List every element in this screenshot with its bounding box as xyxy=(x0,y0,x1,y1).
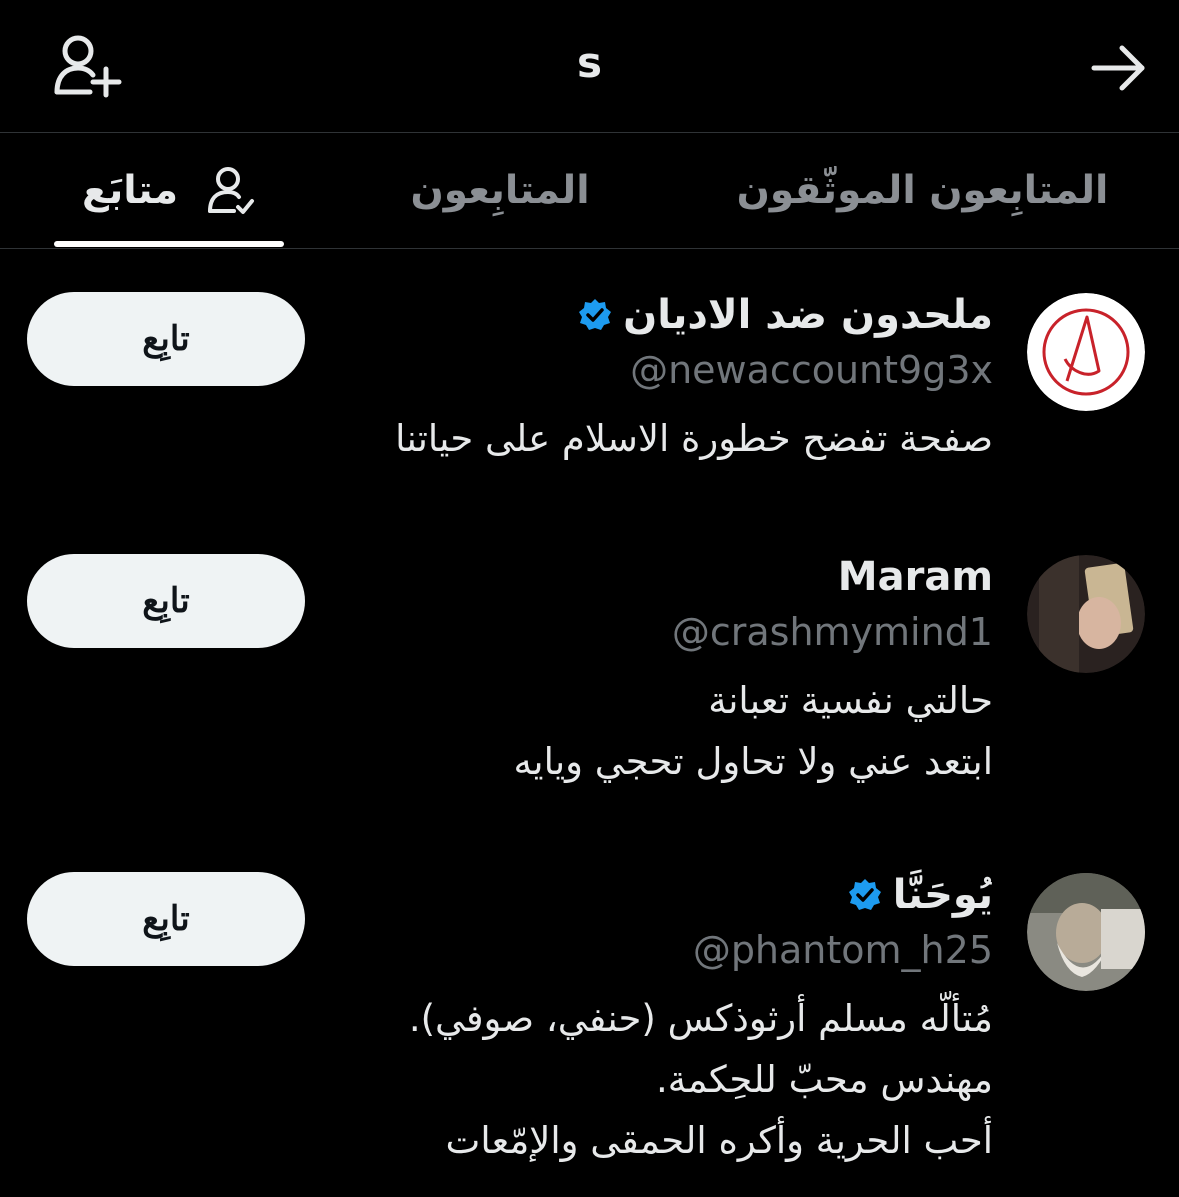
verified-badge-icon xyxy=(579,299,612,330)
tab-verified-followers[interactable]: المتابِعون الموثّقون xyxy=(720,133,1125,248)
back-arrow-icon[interactable] xyxy=(1088,40,1148,96)
user-handle: @phantom_h25 xyxy=(692,928,993,972)
user-name: Maram xyxy=(837,554,993,600)
bio-line: أحب الحرية وأكره الحمقى والإمّعات xyxy=(445,1119,993,1162)
user-name: يُوحَنَّا xyxy=(892,872,993,918)
bio-line: حالتي نفسية تعبانة xyxy=(708,679,993,722)
bio-line: مهندس محبّ للحِكمة. xyxy=(655,1058,993,1101)
user-name: ملحدون ضد الاديان xyxy=(623,292,993,338)
follow-button[interactable]: تابِع xyxy=(27,292,305,386)
bio-line: ابتعد عني ولا تحاول تحجي ويايه xyxy=(513,740,993,783)
user-handle: @newaccount9g3x xyxy=(630,348,993,392)
bio-line: مُتألّه مسلم أرثوذكس (حنفي، صوفي). xyxy=(408,997,993,1040)
person-check-icon xyxy=(208,166,254,214)
user-info: Maram @crashmymind1 حالتي نفسية تعبانة ا… xyxy=(293,550,993,792)
user-bio: حالتي نفسية تعبانة ابتعد عني ولا تحاول ت… xyxy=(293,670,993,792)
tab-label: المتابِعون xyxy=(410,168,590,213)
follow-button[interactable]: تابِع xyxy=(27,554,305,648)
tab-label: متابَع xyxy=(82,168,178,213)
follow-button[interactable]: تابِع xyxy=(27,872,305,966)
verified-badge-icon xyxy=(848,879,881,910)
user-info: يُوحَنَّا @phantom_h25 مُتألّه مسلم أرثو… xyxy=(293,868,993,1171)
bio-line: صفحة تفضح خطورة الاسلام على حياتنا xyxy=(395,417,993,460)
tab-followers[interactable]: المتابِعون xyxy=(385,133,615,248)
avatar[interactable] xyxy=(1027,555,1145,673)
top-bar: s xyxy=(0,0,1179,133)
user-handle: @crashmymind1 xyxy=(671,610,993,654)
user-bio: مُتألّه مسلم أرثوذكس (حنفي، صوفي). مهندس… xyxy=(293,988,993,1171)
avatar[interactable] xyxy=(1027,873,1145,991)
active-tab-indicator xyxy=(54,241,284,247)
user-info: ملحدون ضد الاديان @newaccount9g3x صفحة ت… xyxy=(293,288,993,469)
page-title: s xyxy=(577,38,602,87)
avatar[interactable] xyxy=(1027,293,1145,411)
user-bio: صفحة تفضح خطورة الاسلام على حياتنا xyxy=(293,408,993,469)
tab-following[interactable]: متابَع xyxy=(54,133,284,248)
tab-bar: المتابِعون الموثّقون المتابِعون متابَع xyxy=(0,133,1179,249)
tab-label: المتابِعون الموثّقون xyxy=(736,168,1109,213)
